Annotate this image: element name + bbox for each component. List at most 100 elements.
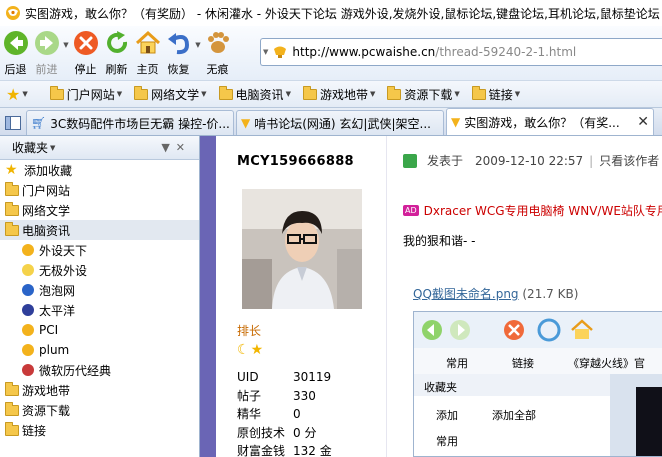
author-rank: 排长 (237, 324, 262, 338)
fav-folder-downloads[interactable]: 资源下载 ▼ (387, 85, 460, 103)
add-favorite-button[interactable]: ★ 添加收藏 (0, 160, 199, 180)
attachment-link[interactable]: QQ截图未命名.png (413, 287, 519, 301)
stat-row: UID 30119 (237, 370, 332, 384)
home-button[interactable]: 主页 (132, 26, 163, 80)
tab-kenshu-forum[interactable]: ▼ 啃书论坛(网通) 玄幻|武侠|架空... (236, 110, 444, 135)
sidebar-toggle-button[interactable] (0, 110, 26, 135)
author-avatar[interactable] (242, 189, 362, 309)
home-icon (135, 30, 160, 54)
favorite-folder[interactable]: 资源下载 (0, 400, 199, 420)
chevron-down-icon: ▼ (514, 90, 521, 98)
fav-folder-links[interactable]: 链接 ▼ (471, 85, 521, 103)
address-bar[interactable]: ▼ http://www.pcwaishe.cn/thread-59240-2-… (260, 38, 662, 66)
folder-icon (471, 85, 486, 100)
fav-folder-literature[interactable]: 网络文学 ▼ (134, 85, 207, 103)
folder-icon (49, 85, 64, 100)
cart-icon: 🛒︎ (31, 116, 47, 130)
post-status-icon (403, 153, 417, 168)
favorite-link[interactable]: plum (0, 340, 199, 360)
stat-row: 帖子 330 (237, 388, 316, 403)
back-arrow-icon (3, 31, 28, 55)
site-favicon-icon (22, 264, 34, 276)
favicon-icon: ▼ (451, 115, 461, 129)
close-icon[interactable]: ✕ (176, 141, 191, 154)
star-icon: ★ (250, 342, 264, 358)
favorite-folder[interactable]: 链接 (0, 420, 199, 440)
chevron-down-icon[interactable]: ▼ (50, 144, 55, 152)
star-add-icon: ★ (5, 162, 18, 178)
folder-icon (5, 201, 19, 216)
favorites-star-icon[interactable]: ★ (6, 85, 20, 104)
favorite-link[interactable]: 泡泡网 (0, 280, 199, 300)
favorite-folder[interactable]: 游戏地带 (0, 380, 199, 400)
favorite-folder[interactable]: 门户网站 (0, 180, 199, 200)
separator: | (589, 153, 594, 168)
fav-folder-games[interactable]: 游戏地带 ▼ (302, 85, 375, 103)
folder-icon (5, 381, 19, 396)
fav-folder-portal[interactable]: 门户网站 ▼ (49, 85, 122, 103)
forward-arrow-icon (34, 31, 59, 55)
site-favicon-icon (22, 344, 34, 356)
forward-button[interactable]: 前进 (31, 26, 62, 80)
author-username[interactable]: MCY159666888 (237, 154, 354, 169)
post-text: 我的狠和谐- - (403, 234, 476, 248)
favorite-link[interactable]: 太平洋 (0, 300, 199, 320)
close-tab-icon[interactable]: ✕ (633, 114, 649, 130)
only-author-link[interactable]: 只看该作者 (599, 152, 659, 169)
sidebar-title[interactable]: 收藏夹 (12, 139, 48, 156)
restore-dropdown[interactable]: ▼ (194, 26, 202, 80)
favorite-folder[interactable]: 网络文学 (0, 200, 199, 220)
author-stats: UID 30119 帖子 330 精华 0 原创技术 0 分 财富金钱 132 金 (237, 368, 332, 457)
favorite-link[interactable]: 外设天下 (0, 240, 199, 260)
stat-row: 财富金钱 132 金 (237, 444, 332, 457)
site-favicon-icon (22, 284, 34, 296)
folder-icon (134, 85, 149, 100)
chevron-down-icon[interactable]: ▼ (263, 48, 268, 56)
ad-link[interactable]: AD Dxracer WCG专用电脑椅 WNV/WE站队专用 (403, 202, 662, 219)
stat-row: 精华 0 (237, 407, 301, 421)
folder-icon (302, 85, 317, 100)
attached-screenshot[interactable]: 常用 链接 《穿越火线》官 收藏夹 添加 添加全部 常用 (413, 311, 662, 457)
attachment-size: (21.7 KB) (522, 287, 579, 301)
rank-stars: ☾ ★ (237, 342, 263, 358)
site-favicon-icon (22, 244, 34, 256)
site-favicon-icon (22, 304, 34, 316)
sidebar-toggle-icon (5, 115, 21, 130)
browser-logo-icon (6, 6, 20, 20)
folder-icon (5, 221, 19, 236)
tab-3c-digital[interactable]: 🛒︎ 3C数码配件市场巨无霸 操控-价... (26, 110, 234, 135)
undo-icon (167, 33, 189, 55)
restore-button[interactable]: 恢复 (163, 26, 194, 80)
site-favicon-icon (22, 324, 34, 336)
refresh-button[interactable]: 刷新 (101, 26, 132, 80)
url-text[interactable]: http://www.pcwaishe.cn/thread-59240-2-1.… (292, 45, 576, 59)
site-favicon-icon (274, 46, 287, 58)
folder-icon (387, 85, 402, 100)
favorite-folder[interactable]: 电脑资讯 (0, 220, 199, 240)
incognito-button[interactable]: 无痕 (202, 26, 233, 80)
chevron-down-icon[interactable]: ▼ (22, 90, 27, 98)
site-favicon-icon (22, 364, 34, 376)
stop-icon (73, 31, 98, 55)
post-time: 2009-12-10 22:57 (475, 153, 584, 168)
chevron-down-icon: ▼ (201, 90, 207, 98)
folder-icon (5, 181, 19, 196)
favorite-link[interactable]: 无极外设 (0, 260, 199, 280)
chevron-down-icon: ▼ (285, 90, 291, 98)
favorite-link[interactable]: 微软历代经典 (0, 360, 199, 380)
chevron-down-icon: ▼ (63, 41, 69, 49)
paw-icon (207, 32, 229, 53)
pin-icon[interactable]: ▼ (161, 141, 175, 154)
fav-folder-computer-news[interactable]: 电脑资讯 ▼ (218, 85, 291, 103)
history-dropdown[interactable]: ▼ (62, 26, 70, 80)
chevron-down-icon: ▼ (454, 90, 460, 98)
tab-active-thread[interactable]: ▼ 实图游戏，敢么你？（有奖... ✕ (446, 108, 654, 135)
favorites-sidebar: 收藏夹 ▼ ▼✕ ★ 添加收藏 门户网站 网络文学 电脑资讯 外设天下 无极外设 泡泡网太… (0, 136, 200, 457)
stop-button[interactable]: 停止 (70, 26, 101, 80)
favicon-icon: ▼ (241, 116, 251, 130)
post-info: 发表于 2009-12-10 22:57 | 只看该作者 (403, 152, 659, 169)
favorite-link[interactable]: PCI (0, 320, 199, 340)
back-button[interactable]: 后退 (0, 26, 31, 80)
sidebar-header: 收藏夹 ▼ ▼✕ (0, 136, 199, 160)
attachment: QQ截图未命名.png (21.7 KB) (413, 285, 578, 302)
